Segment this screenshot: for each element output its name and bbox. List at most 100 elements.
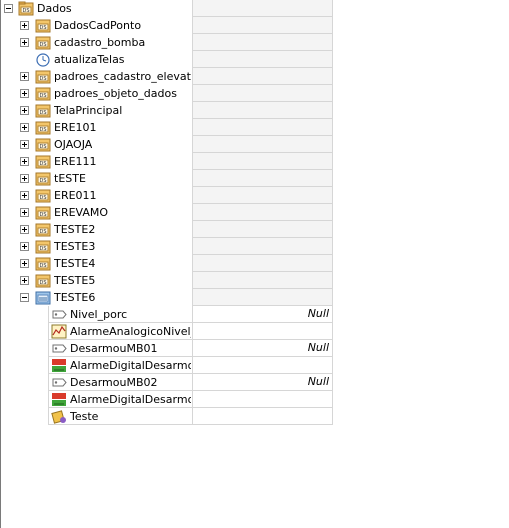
tree-row[interactable]: AlarmeAnalogicoNivel_pc — [1, 323, 333, 340]
expand-toggle[interactable] — [20, 259, 29, 268]
tree-row-root[interactable]: DS Dados — [1, 0, 333, 17]
script-icon — [51, 409, 67, 424]
tree-row[interactable]: Teste — [1, 408, 333, 425]
expand-toggle[interactable] — [20, 140, 29, 149]
expand-toggle[interactable] — [20, 225, 29, 234]
value-cell[interactable] — [192, 17, 333, 34]
value-cell[interactable] — [192, 408, 333, 425]
expand-toggle[interactable] — [20, 72, 29, 81]
expand-toggle[interactable] — [20, 123, 29, 132]
tree-row[interactable]: TESTE6 — [1, 289, 333, 306]
value-cell[interactable]: Null — [192, 306, 333, 323]
tree-row[interactable]: AlarmeDigitalDesarmouM — [1, 391, 333, 408]
value-cell[interactable] — [192, 289, 333, 306]
expand-toggle[interactable] — [20, 174, 29, 183]
value-cell[interactable] — [192, 323, 333, 340]
tree-row[interactable]: DS TESTE5 — [1, 272, 333, 289]
tree-label: OJAOJA — [54, 138, 93, 151]
value-cell[interactable] — [192, 204, 333, 221]
value-cell[interactable] — [192, 391, 333, 408]
tree-label: ERE111 — [54, 155, 97, 168]
value-cell[interactable] — [192, 255, 333, 272]
dataset-folder-icon: DS — [35, 103, 51, 118]
svg-text:DS: DS — [39, 144, 46, 150]
tree-row[interactable]: atualizaTelas — [1, 51, 333, 68]
value-cell[interactable] — [192, 51, 333, 68]
dataset-folder-icon: DS — [35, 18, 51, 33]
tree-label: TESTE2 — [54, 223, 96, 236]
tree-label: ERE101 — [54, 121, 97, 134]
svg-text:DS: DS — [39, 212, 46, 218]
dataset-folder-icon: DS — [35, 86, 51, 101]
tree-label: DesarmouMB01 — [70, 342, 158, 355]
tree-row[interactable]: DS tESTE — [1, 170, 333, 187]
expand-toggle[interactable] — [20, 276, 29, 285]
tree-row[interactable]: Nivel_porc Null — [1, 306, 333, 323]
tree-row[interactable]: DS TESTE2 — [1, 221, 333, 238]
expand-toggle[interactable] — [20, 21, 29, 30]
expand-toggle[interactable] — [20, 242, 29, 251]
value-cell[interactable] — [192, 357, 333, 374]
value-cell[interactable] — [192, 119, 333, 136]
value-cell[interactable] — [192, 102, 333, 119]
svg-text:DS: DS — [39, 76, 46, 82]
dataset-folder-icon: DS — [35, 120, 51, 135]
value-cell[interactable] — [192, 34, 333, 51]
dataset-folder-icon: DS — [35, 137, 51, 152]
tree-row[interactable]: DS cadastro_bomba — [1, 34, 333, 51]
value-cell[interactable] — [192, 85, 333, 102]
tree-row[interactable]: DS TESTE3 — [1, 238, 333, 255]
value-cell[interactable] — [192, 68, 333, 85]
tree-row[interactable]: DesarmouMB02 Null — [1, 374, 333, 391]
svg-text:DS: DS — [39, 25, 46, 31]
tree-row[interactable]: DS padroes_objeto_dados — [1, 85, 333, 102]
tree-label: cadastro_bomba — [54, 36, 146, 49]
value-cell[interactable] — [192, 238, 333, 255]
tree-row[interactable]: DS ERE111 — [1, 153, 333, 170]
tree-row[interactable]: DS TESTE4 — [1, 255, 333, 272]
svg-text:DS: DS — [39, 229, 46, 235]
dataset-folder-icon: DS — [35, 69, 51, 84]
expand-toggle[interactable] — [20, 191, 29, 200]
value-cell[interactable]: Null — [192, 374, 333, 391]
value-cell[interactable] — [192, 170, 333, 187]
value-cell[interactable] — [192, 221, 333, 238]
tree-row[interactable]: DS DadosCadPonto — [1, 17, 333, 34]
collapse-toggle[interactable] — [20, 293, 29, 302]
tree-label: tESTE — [54, 172, 86, 185]
expand-toggle[interactable] — [20, 208, 29, 217]
svg-text:DS: DS — [39, 195, 46, 201]
expand-toggle[interactable] — [20, 157, 29, 166]
expand-toggle[interactable] — [20, 38, 29, 47]
tree-row[interactable]: DS EREVAMO — [1, 204, 333, 221]
tag-icon — [51, 375, 67, 390]
expand-toggle[interactable] — [20, 89, 29, 98]
tree-row[interactable]: DS padroes_cadastro_elevatori — [1, 68, 333, 85]
dataset-folder-icon: DS — [35, 205, 51, 220]
value-cell[interactable]: Null — [192, 340, 333, 357]
timer-clock-icon — [35, 52, 51, 67]
null-value: Null — [307, 375, 329, 388]
tree-row[interactable]: DS ERE101 — [1, 119, 333, 136]
dataset-folder-icon: DS — [35, 35, 51, 50]
tree-row[interactable]: AlarmeDigitalDesarmouM — [1, 357, 333, 374]
value-cell[interactable] — [192, 136, 333, 153]
dataset-open-icon — [35, 290, 51, 305]
value-cell[interactable] — [192, 187, 333, 204]
tree-label: Nivel_porc — [70, 308, 128, 321]
tree-row[interactable]: DesarmouMB01 Null — [1, 340, 333, 357]
collapse-toggle[interactable] — [4, 4, 13, 13]
svg-text:DS: DS — [39, 42, 46, 48]
expand-toggle[interactable] — [20, 106, 29, 115]
tree-row[interactable]: DS ERE011 — [1, 187, 333, 204]
value-cell[interactable] — [192, 0, 333, 17]
dataset-folder-icon: DS — [35, 239, 51, 254]
value-cell[interactable] — [192, 153, 333, 170]
tree-row[interactable]: DS OJAOJA — [1, 136, 333, 153]
tag-icon — [51, 341, 67, 356]
tree-label: TESTE6 — [54, 291, 96, 304]
value-cell[interactable] — [192, 272, 333, 289]
tree-label: TelaPrincipal — [54, 104, 123, 117]
tag-icon — [51, 307, 67, 322]
tree-row[interactable]: DS TelaPrincipal — [1, 102, 333, 119]
